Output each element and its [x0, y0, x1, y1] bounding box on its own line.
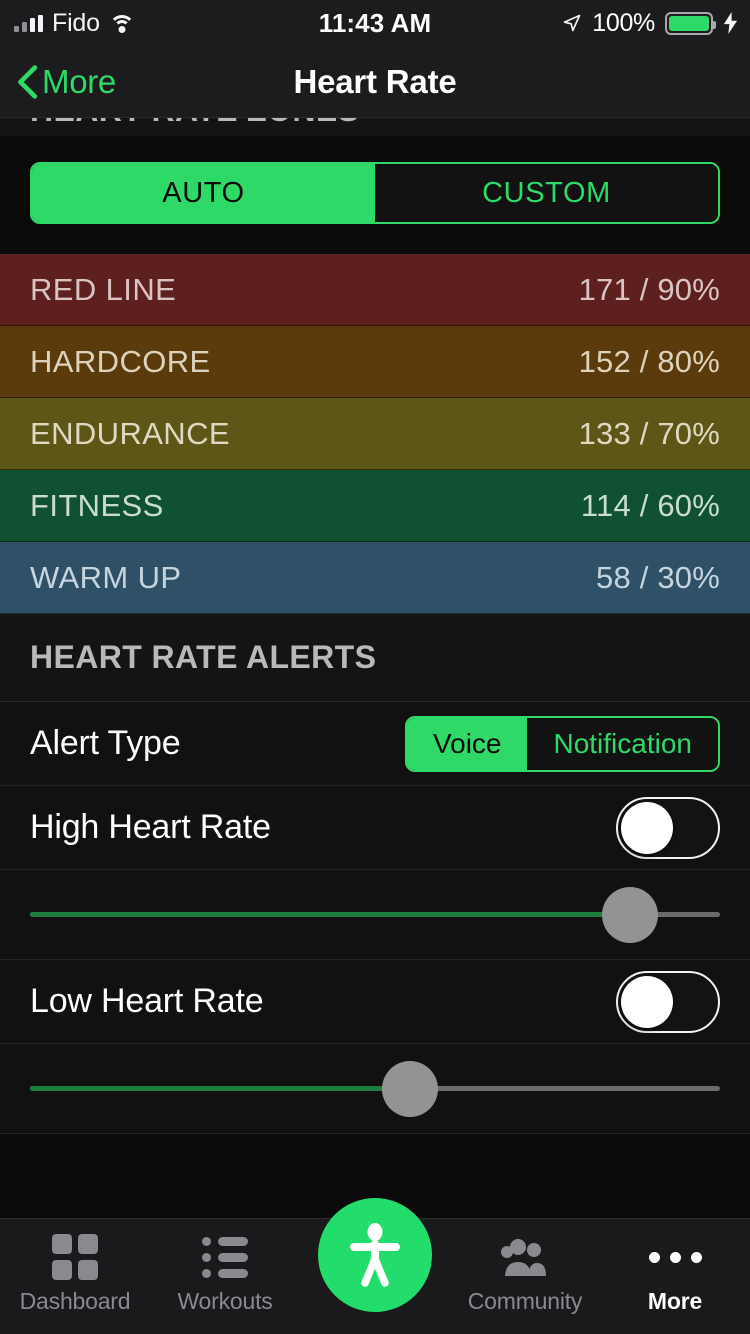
slider-fill — [30, 911, 631, 917]
low-heart-rate-slider[interactable] — [30, 1060, 720, 1117]
battery-icon — [665, 11, 716, 35]
tab-community-label: Community — [467, 1288, 583, 1314]
tab-more-label: More — [647, 1288, 703, 1314]
high-heart-rate-slider-row — [0, 870, 750, 960]
zone-name: ENDURANCE — [30, 415, 230, 451]
segment-option-custom[interactable]: CUSTOM — [375, 164, 718, 222]
heart-rate-zones-list: RED LINE 171 / 90% HARDCORE 152 / 80% ENDURA… — [0, 254, 750, 614]
zone-value: 58 / 30% — [596, 559, 720, 595]
grid-icon — [51, 1233, 99, 1281]
app-screen: Fido 11:43 AM 100% More Heart Rate HEART — [0, 0, 750, 1334]
alert-type-row: Alert Type Voice Notification — [0, 702, 750, 786]
high-heart-rate-label: High Heart Rate — [30, 808, 271, 846]
zone-name: RED LINE — [30, 271, 177, 307]
zone-row[interactable]: ENDURANCE 133 / 70% — [0, 398, 750, 470]
slider-knob[interactable] — [381, 1060, 438, 1117]
zone-value: 171 / 90% — [578, 271, 720, 307]
high-heart-rate-toggle[interactable] — [616, 796, 720, 859]
location-arrow-icon — [563, 14, 581, 32]
page-title: Heart Rate — [293, 62, 457, 100]
tab-workouts-label: Workouts — [177, 1288, 273, 1314]
tab-dashboard[interactable]: Dashboard — [0, 1219, 150, 1315]
slider-knob[interactable] — [602, 886, 659, 943]
slider-fill — [30, 1085, 410, 1091]
zone-name: WARM UP — [30, 559, 182, 595]
bottom-spacer — [0, 1134, 750, 1172]
tab-workouts[interactable]: Workouts — [150, 1219, 300, 1315]
alert-type-segmented-control[interactable]: Voice Notification — [404, 715, 720, 772]
zone-row[interactable]: FITNESS 114 / 60% — [0, 470, 750, 542]
people-icon — [501, 1233, 549, 1281]
navigation-bar: More Heart Rate — [0, 46, 750, 118]
segment-option-voice[interactable]: Voice — [406, 717, 528, 770]
low-heart-rate-row: Low Heart Rate — [0, 960, 750, 1044]
person-figure-icon — [350, 1223, 400, 1287]
segment-option-notification[interactable]: Notification — [527, 717, 718, 770]
tab-more[interactable]: More — [600, 1219, 750, 1315]
status-bar-right: 100% — [562, 9, 738, 38]
alerts-section-header: HEART RATE ALERTS — [0, 614, 750, 702]
status-bar: Fido 11:43 AM 100% — [0, 0, 750, 46]
zone-row[interactable]: WARM UP 58 / 30% — [0, 542, 750, 614]
low-heart-rate-label: Low Heart Rate — [30, 982, 264, 1020]
zone-value: 114 / 60% — [580, 487, 720, 523]
ellipsis-icon — [648, 1233, 702, 1281]
battery-percent-label: 100% — [592, 8, 655, 37]
start-workout-button[interactable] — [318, 1198, 432, 1312]
zone-name: FITNESS — [30, 487, 164, 523]
tab-dashboard-label: Dashboard — [19, 1288, 131, 1314]
zone-mode-segmented-control[interactable]: AUTO CUSTOM — [30, 162, 720, 224]
tab-community[interactable]: Community — [450, 1219, 600, 1315]
alerts-section-header-label: HEART RATE ALERTS — [30, 639, 377, 675]
low-heart-rate-slider-row — [0, 1044, 750, 1134]
high-heart-rate-slider[interactable] — [30, 886, 720, 943]
zone-value: 133 / 70% — [578, 415, 720, 451]
lightning-bolt-icon — [723, 12, 738, 34]
list-icon — [201, 1233, 249, 1281]
alert-type-label: Alert Type — [30, 724, 181, 762]
segment-option-auto[interactable]: AUTO — [32, 164, 375, 222]
toggle-knob — [621, 801, 673, 854]
zone-name: HARDCORE — [30, 343, 211, 379]
low-heart-rate-toggle[interactable] — [616, 970, 720, 1033]
high-heart-rate-row: High Heart Rate — [0, 786, 750, 870]
zone-value: 152 / 80% — [578, 343, 720, 379]
zone-row[interactable]: RED LINE 171 / 90% — [0, 254, 750, 326]
toggle-knob — [621, 975, 673, 1028]
zone-mode-segment-wrapper: AUTO CUSTOM — [0, 136, 750, 254]
zone-row[interactable]: HARDCORE 152 / 80% — [0, 326, 750, 398]
tab-bar: Dashboard Workouts Community More — [0, 1198, 750, 1334]
scroll-content[interactable]: HEART RATE ZONES AUTO CUSTOM RED LINE171… — [0, 96, 750, 1218]
